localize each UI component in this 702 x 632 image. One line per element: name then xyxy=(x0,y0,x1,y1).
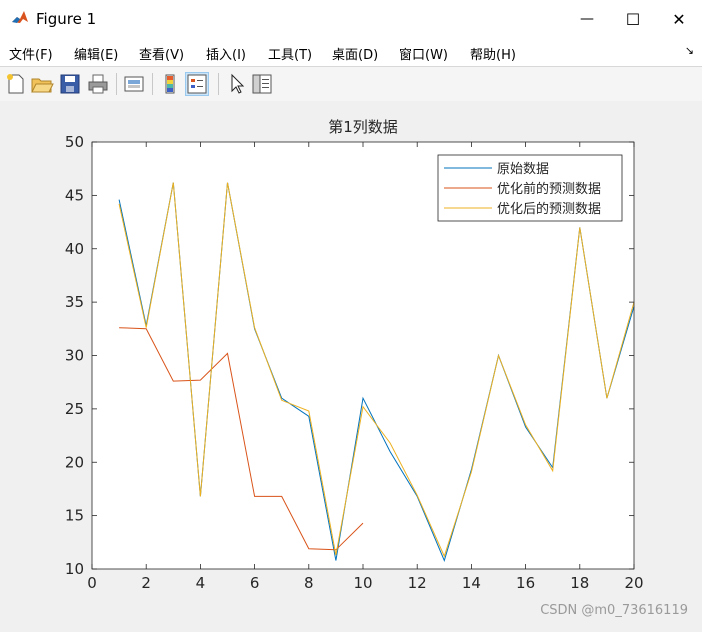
figure-toolbar xyxy=(0,66,702,102)
x-tick-label: 8 xyxy=(304,574,314,592)
insert-colorbar-button[interactable] xyxy=(158,72,182,96)
y-tick-label: 50 xyxy=(65,133,84,151)
y-tick-label: 30 xyxy=(65,347,84,365)
open-file-button[interactable] xyxy=(30,72,54,96)
y-tick-label: 15 xyxy=(65,507,84,525)
chart-title: 第1列数据 xyxy=(328,118,398,136)
print-button[interactable] xyxy=(86,72,110,96)
toolbar-separator xyxy=(152,73,153,95)
close-icon: ✕ xyxy=(672,9,686,29)
y-tick-label: 40 xyxy=(65,240,84,258)
insert-colorbar-icon xyxy=(165,74,175,94)
property-inspector-button[interactable] xyxy=(250,72,274,96)
open-file-icon xyxy=(31,78,54,93)
insert-legend-button[interactable] xyxy=(185,72,209,96)
y-tick-label: 45 xyxy=(65,186,84,204)
menu-edit[interactable]: 编辑(E) xyxy=(74,44,118,63)
close-button[interactable]: ✕ xyxy=(656,0,702,38)
x-tick-label: 2 xyxy=(141,574,151,592)
y-tick-label: 35 xyxy=(65,293,84,311)
minimize-button[interactable]: — xyxy=(564,0,610,38)
link-plot-button[interactable] xyxy=(122,72,146,96)
menu-insert[interactable]: 插入(I) xyxy=(206,44,246,63)
window-titlebar: Figure 1 — ☐ ✕ xyxy=(0,0,702,38)
x-tick-label: 16 xyxy=(516,574,535,592)
menu-tools[interactable]: 工具(T) xyxy=(268,44,312,63)
matlab-logo-icon xyxy=(10,8,30,28)
menu-bar: 文件(F) 编辑(E) 查看(V) 插入(I) 工具(T) 桌面(D) 窗口(W… xyxy=(0,38,702,66)
x-tick-label: 4 xyxy=(196,574,206,592)
figure-canvas: 0 2 4 6 8 10 12 14 16 18 20 10 15 20 25 30 35 40 45 50 第1列数据… xyxy=(0,101,702,628)
menu-file[interactable]: 文件(F) xyxy=(9,44,53,63)
x-tick-label: 18 xyxy=(570,574,589,592)
insert-legend-icon xyxy=(187,74,207,94)
dock-arrow-icon[interactable]: ↘ xyxy=(685,44,694,57)
edit-plot-button[interactable] xyxy=(224,72,248,96)
new-figure-button[interactable] xyxy=(4,72,28,96)
y-tick-label: 25 xyxy=(65,400,84,418)
legend-label-3: 优化后的预测数据 xyxy=(497,201,601,217)
toolbar-separator xyxy=(116,73,117,95)
print-icon xyxy=(88,74,108,94)
menu-help[interactable]: 帮助(H) xyxy=(470,44,516,63)
x-tick-label: 0 xyxy=(87,574,97,592)
new-figure-icon xyxy=(7,74,24,94)
watermark-text: CSDN @m0_73616119 xyxy=(540,603,688,618)
legend-label-2: 优化前的预测数据 xyxy=(497,181,601,197)
x-tick-label: 14 xyxy=(462,574,481,592)
save-button[interactable] xyxy=(58,72,82,96)
menu-desktop[interactable]: 桌面(D) xyxy=(332,44,378,63)
window-title: Figure 1 xyxy=(36,10,97,28)
y-tick-label: 20 xyxy=(65,453,84,471)
edit-plot-icon xyxy=(231,73,245,94)
legend-label-1: 原始数据 xyxy=(497,162,549,177)
x-tick-label: 10 xyxy=(353,574,372,592)
x-tick-label: 6 xyxy=(250,574,260,592)
line-chart: 0 2 4 6 8 10 12 14 16 18 20 10 15 20 25 30 35 40 45 50 第1列数据… xyxy=(65,118,644,592)
y-tick-label: 10 xyxy=(65,560,84,578)
property-inspector-icon xyxy=(252,74,272,94)
link-plot-icon xyxy=(124,76,144,92)
maximize-button[interactable]: ☐ xyxy=(610,0,656,38)
x-tick-label: 20 xyxy=(624,574,643,592)
save-icon xyxy=(60,74,80,94)
menu-view[interactable]: 查看(V) xyxy=(139,44,184,63)
toolbar-separator xyxy=(218,73,219,95)
minimize-icon: — xyxy=(580,11,594,27)
menu-window[interactable]: 窗口(W) xyxy=(399,44,448,63)
maximize-icon: ☐ xyxy=(625,9,641,29)
x-tick-label: 12 xyxy=(408,574,427,592)
